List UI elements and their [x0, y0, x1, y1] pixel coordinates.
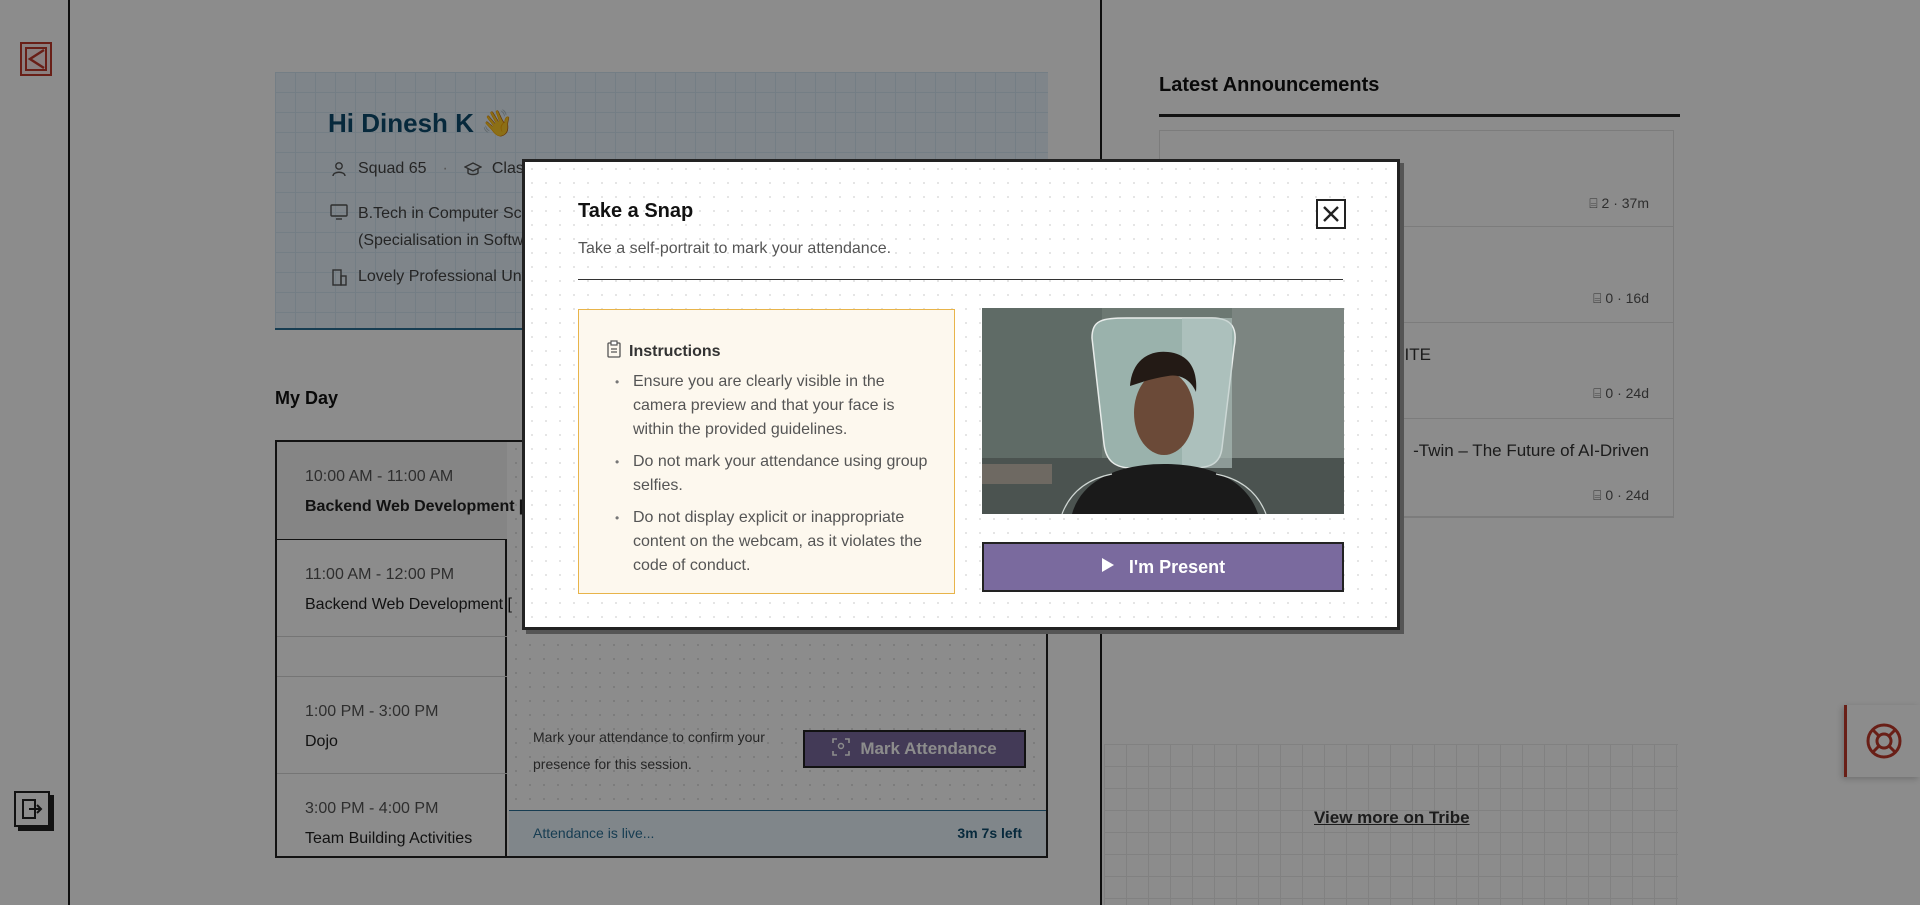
camera-preview [982, 308, 1344, 514]
take-snap-modal: Take a Snap Take a self-portrait to mark… [522, 159, 1400, 630]
close-icon[interactable] [1316, 199, 1346, 229]
instruction-item: Do not display explicit or inappropriate… [615, 506, 935, 578]
instructions-title: Instructions [629, 342, 721, 360]
play-icon [1101, 557, 1115, 578]
instructions-header: Instructions [607, 340, 721, 363]
instructions-list: Ensure you are clearly visible in the ca… [615, 370, 935, 586]
im-present-label: I'm Present [1128, 556, 1226, 577]
instruction-item: Ensure you are clearly visible in the ca… [615, 370, 935, 442]
instructions-panel: Instructions Ensure you are clearly visi… [578, 309, 955, 594]
modal-title: Take a Snap [578, 200, 694, 222]
modal-subtitle: Take a self-portrait to mark your attend… [578, 240, 892, 257]
camera-feed-image [982, 308, 1344, 514]
modal-divider [578, 279, 1343, 280]
instruction-item: Do not mark your attendance using group … [615, 450, 935, 498]
im-present-button[interactable]: I'm Present [982, 542, 1344, 592]
clipboard-icon [607, 340, 621, 363]
